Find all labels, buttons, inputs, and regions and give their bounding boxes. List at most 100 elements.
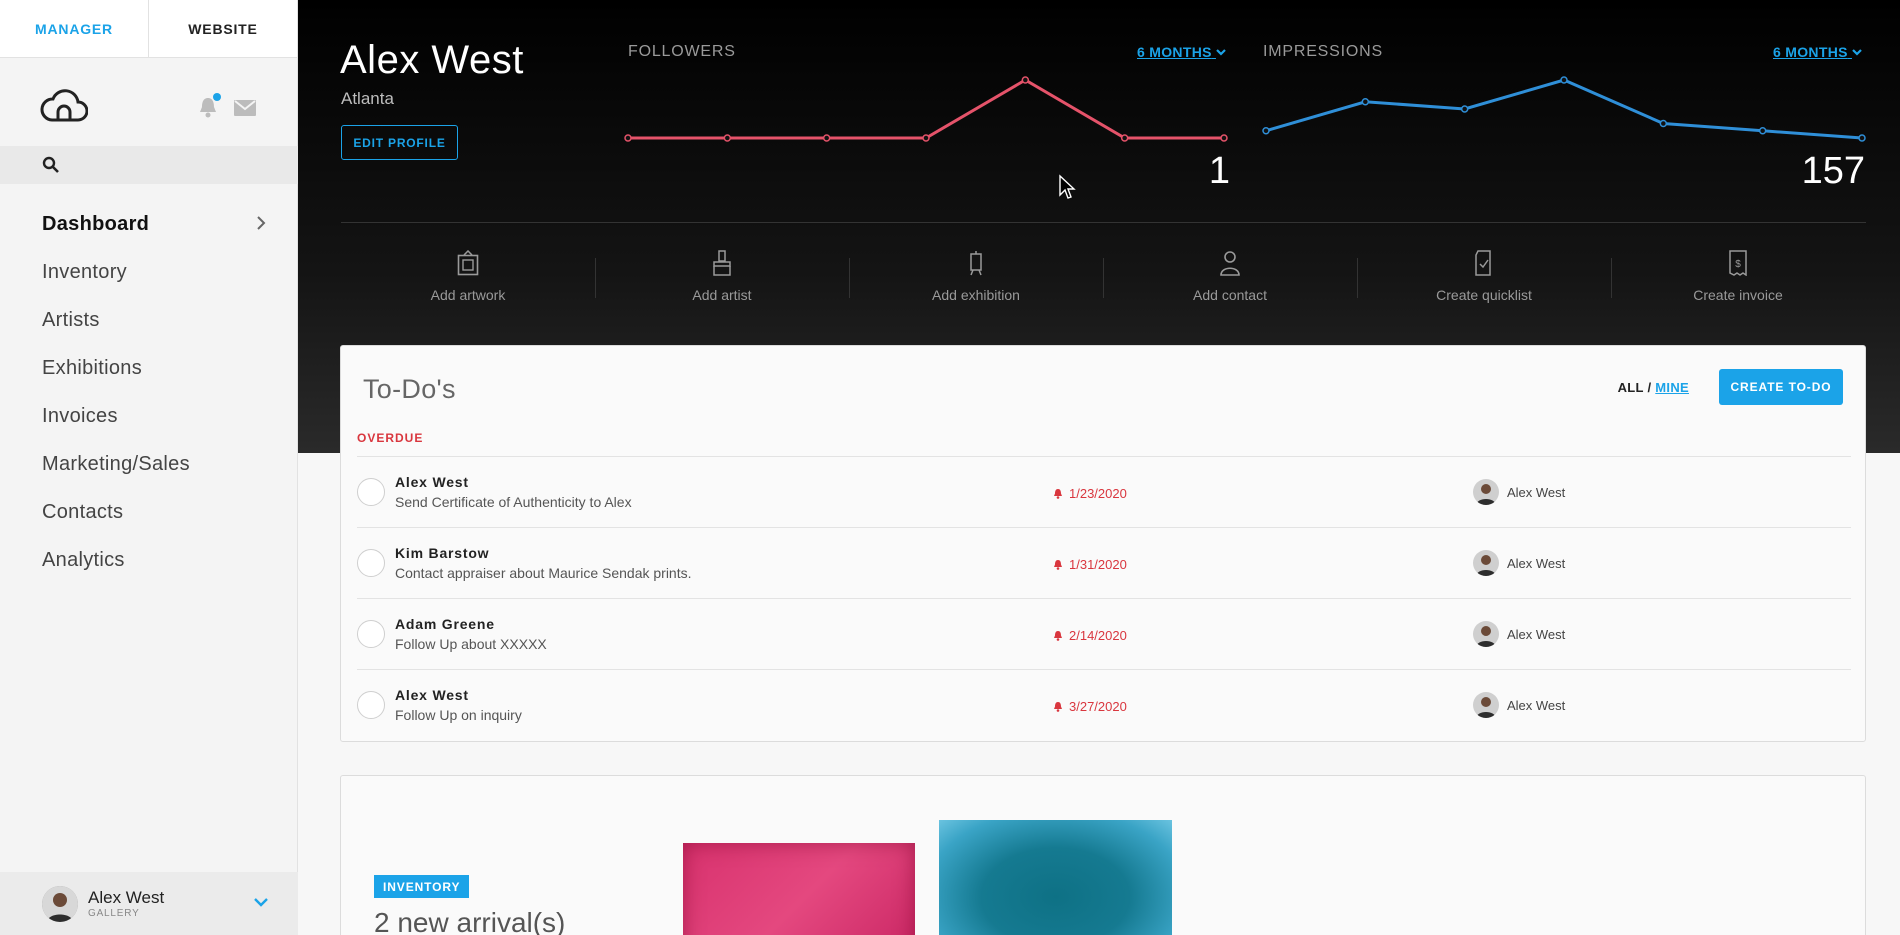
todo-row: Alex West Send Certificate of Authentici… (357, 456, 1851, 527)
todo-due-date: 2/14/2020 (1069, 628, 1127, 643)
todo-row: Adam Greene Follow Up about XXXXX 2/14/2… (357, 598, 1851, 669)
alarm-bell-icon (1054, 702, 1062, 712)
impressions-line (1265, 78, 1863, 140)
todo-contact[interactable]: Adam Greene (395, 616, 495, 632)
followers-point-4[interactable] (1021, 76, 1030, 84)
todos-card: To-Do's ALL / MINE CREATE TO-DO OVERDUE … (340, 345, 1866, 742)
impressions-point-5[interactable] (1758, 127, 1767, 135)
followers-sparkline (624, 76, 1228, 142)
search-icon[interactable] (42, 156, 60, 174)
followers-point-3[interactable] (922, 134, 930, 142)
todo-due: 1/31/2020 (1053, 557, 1127, 572)
sidebar-item-label: Inventory (42, 260, 127, 283)
header-divider (341, 222, 1866, 223)
impressions-point-1[interactable] (1361, 98, 1370, 106)
sidebar-tabs: MANAGER WEBSITE (0, 0, 297, 58)
todo-contact[interactable]: Kim Barstow (395, 545, 489, 561)
impressions-range-dropdown[interactable]: 6 MONTHS (1773, 44, 1862, 60)
followers-point-1[interactable] (723, 134, 732, 142)
todo-row: Alex West Follow Up on inquiry 3/27/2020… (357, 669, 1851, 740)
filter-mine[interactable]: MINE (1655, 380, 1689, 395)
todo-assignee[interactable]: Alex West (1473, 692, 1565, 718)
impressions-point-3[interactable] (1560, 76, 1568, 84)
impressions-point-0[interactable] (1262, 127, 1270, 135)
todo-assignee[interactable]: Alex West (1473, 621, 1565, 647)
add-artist-button[interactable]: Add artist (595, 250, 849, 303)
quick-action-label: Add contact (1193, 287, 1267, 303)
create-quicklist-button[interactable]: Create quicklist (1357, 250, 1611, 303)
tab-website[interactable]: WEBSITE (149, 0, 297, 57)
complete-checkbox[interactable] (357, 549, 385, 577)
followers-range-dropdown[interactable]: 6 MONTHS (1137, 44, 1226, 60)
new-arrivals-count: 2 new arrival(s) (374, 907, 566, 935)
sidebar-item-label: Invoices (42, 404, 118, 427)
sidebar-item-contacts[interactable]: Contacts (0, 488, 298, 536)
sidebar-item-inventory[interactable]: Inventory (0, 248, 298, 296)
sidebar-item-marketing-sales[interactable]: Marketing/Sales (0, 440, 298, 488)
todo-due: 2/14/2020 (1053, 628, 1127, 643)
followers-point-0[interactable] (624, 134, 632, 142)
profile-city: Atlanta (341, 89, 394, 108)
complete-checkbox[interactable] (357, 691, 385, 719)
todo-description[interactable]: Send Certificate of Authenticity to Alex (395, 494, 632, 510)
todo-due: 1/23/2020 (1053, 486, 1127, 501)
search-bar[interactable] (0, 146, 298, 184)
todo-assignee-name: Alex West (1507, 697, 1566, 713)
followers-range-label: 6 MONTHS (1137, 44, 1212, 60)
complete-checkbox[interactable] (357, 478, 385, 506)
add-artwork-button[interactable]: Add artwork (341, 249, 595, 303)
add-contact-button[interactable]: Add contact (1103, 250, 1357, 303)
impressions-point-6[interactable] (1858, 134, 1866, 142)
sidebar-item-invoices[interactable]: Invoices (0, 392, 298, 440)
impressions-value: 157 (1801, 150, 1865, 192)
edit-profile-button[interactable]: EDIT PROFILE (341, 125, 458, 160)
followers-point-2[interactable] (822, 134, 831, 142)
quick-action-label: Create quicklist (1436, 287, 1532, 303)
user-menu[interactable]: Alex West GALLERY (0, 872, 298, 935)
todo-list: Alex West Send Certificate of Authentici… (357, 456, 1851, 740)
person-photo-icon (42, 885, 78, 922)
mail-icon[interactable] (234, 100, 256, 116)
todo-assignee[interactable]: Alex West (1473, 479, 1565, 505)
inventory-badge[interactable]: INVENTORY (374, 875, 470, 898)
chevron-down-icon[interactable] (254, 898, 268, 907)
artwork-thumbnail[interactable] (683, 843, 915, 935)
todo-due-date: 1/23/2020 (1069, 486, 1127, 501)
todo-description[interactable]: Follow Up about XXXXX (395, 636, 547, 652)
alarm-bell-icon (1054, 631, 1062, 641)
profile-name: Alex West (340, 38, 524, 82)
create-invoice-button[interactable]: $ Create invoice (1611, 250, 1865, 303)
sidebar-item-label: Marketing/Sales (42, 452, 190, 475)
todo-row: Kim Barstow Contact appraiser about Maur… (357, 527, 1851, 598)
todo-contact[interactable]: Alex West (395, 474, 469, 490)
quick-action-label: Create invoice (1693, 287, 1783, 303)
mouse-cursor-icon (1059, 174, 1076, 199)
quick-action-label: Add artist (692, 287, 752, 303)
artwork-thumbnail[interactable] (939, 820, 1172, 935)
avatar (1473, 550, 1499, 576)
complete-checkbox[interactable] (357, 620, 385, 648)
sidebar-item-artists[interactable]: Artists (0, 296, 298, 344)
sidebar-item-analytics[interactable]: Analytics (0, 536, 298, 584)
quick-action-label: Add exhibition (932, 287, 1020, 303)
todo-assignee-name: Alex West (1507, 555, 1566, 571)
followers-point-5[interactable] (1120, 134, 1129, 142)
create-todo-button[interactable]: CREATE TO-DO (1719, 369, 1843, 405)
frame-icon (457, 249, 479, 276)
sidebar-item-dashboard[interactable]: Dashboard (0, 200, 298, 248)
impressions-point-2[interactable] (1460, 105, 1469, 113)
sidebar-item-label: Exhibitions (42, 356, 143, 379)
impressions-point-4[interactable] (1659, 119, 1668, 128)
todo-due: 3/27/2020 (1053, 699, 1127, 714)
tab-manager[interactable]: MANAGER (0, 0, 149, 57)
todo-description[interactable]: Contact appraiser about Maurice Sendak p… (395, 565, 692, 581)
filter-all[interactable]: ALL (1618, 380, 1644, 395)
followers-point-6[interactable] (1220, 134, 1228, 142)
todo-assignee[interactable]: Alex West (1473, 550, 1565, 576)
alarm-bell-icon (1054, 489, 1062, 499)
cloud-logo-icon[interactable] (40, 88, 88, 124)
todo-contact[interactable]: Alex West (395, 687, 469, 703)
sidebar-item-exhibitions[interactable]: Exhibitions (0, 344, 298, 392)
todo-description[interactable]: Follow Up on inquiry (395, 707, 522, 723)
add-exhibition-button[interactable]: Add exhibition (849, 250, 1103, 303)
